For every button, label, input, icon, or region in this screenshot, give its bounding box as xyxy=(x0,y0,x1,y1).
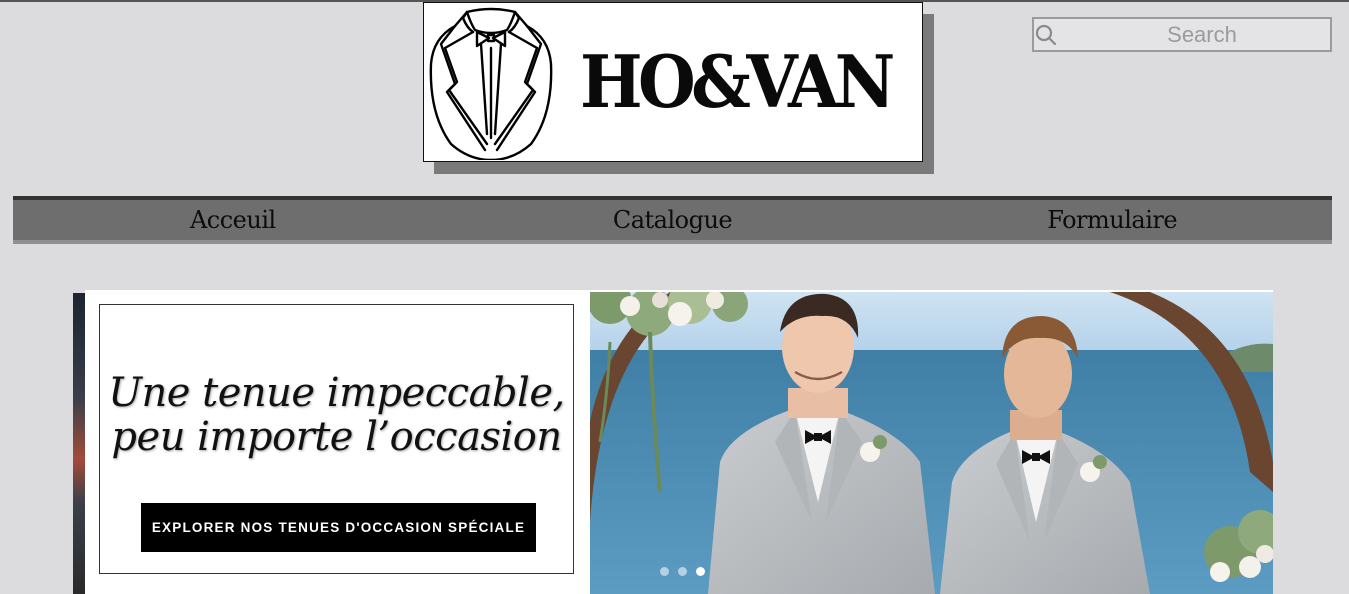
search-icon[interactable] xyxy=(1034,19,1058,50)
carousel-dot-1[interactable] xyxy=(660,567,669,576)
previous-slide-peek xyxy=(73,293,85,594)
carousel-dot-2[interactable] xyxy=(678,567,687,576)
hero-headline-line-2: peu importe l’occasion xyxy=(111,414,562,460)
nav-item-formulaire[interactable]: Formulaire xyxy=(892,200,1332,240)
carousel-dot-3[interactable] xyxy=(696,567,705,576)
nav-item-catalogue[interactable]: Catalogue xyxy=(453,200,893,240)
logo-wordmark: HO&VAN xyxy=(580,39,895,124)
hero-headline-line-1: Une tenue impeccable, xyxy=(108,370,565,416)
search-bar[interactable] xyxy=(1032,17,1349,52)
search-input[interactable] xyxy=(1058,20,1349,49)
hero-text-card: Une tenue impeccable, peu importe l’occa… xyxy=(99,304,574,574)
tuxedo-logo-icon xyxy=(424,3,558,161)
nav-item-acceuil[interactable]: Acceuil xyxy=(13,200,453,240)
explore-special-occasion-button[interactable]: EXPLORER NOS TENUES D'OCCASION SPÉCIALE xyxy=(141,503,536,552)
carousel-indicators xyxy=(660,567,705,576)
site-logo[interactable]: HO&VAN xyxy=(423,2,923,162)
hero-headline: Une tenue impeccable, peu importe l’occa… xyxy=(100,371,573,459)
hero-carousel: Une tenue impeccable, peu importe l’occa… xyxy=(85,290,1273,594)
hero-image-grooms xyxy=(580,290,1273,594)
main-navigation: Acceuil Catalogue Formulaire xyxy=(13,196,1332,244)
